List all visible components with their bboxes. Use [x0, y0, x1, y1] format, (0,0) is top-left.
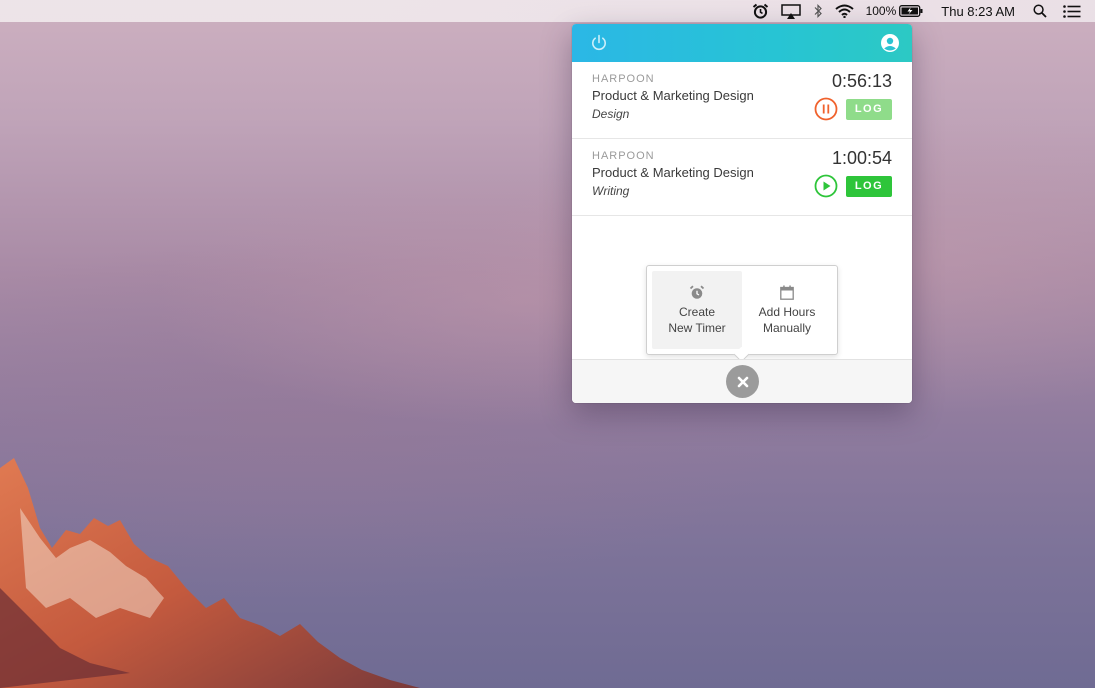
- alarm-clock-icon: [752, 3, 768, 19]
- log-time-button[interactable]: LOG: [846, 175, 892, 197]
- spotlight-menubar-item[interactable]: [1033, 0, 1047, 22]
- timer-elapsed: 0:56:13: [831, 71, 892, 91]
- wifi-menubar-item[interactable]: [834, 0, 854, 22]
- close-menu-button[interactable]: [726, 365, 759, 398]
- power-button[interactable]: [590, 34, 608, 52]
- airplay-menubar-item[interactable]: [780, 0, 801, 22]
- desktop-wallpaper-mountain: [0, 458, 420, 688]
- battery-icon: [899, 5, 923, 17]
- battery-percent: 100%: [865, 4, 897, 18]
- notification-center-menubar-item[interactable]: [1063, 0, 1081, 22]
- airplay-icon: [780, 3, 801, 19]
- power-icon: [592, 34, 606, 51]
- timer-elapsed: 1:00:54: [831, 148, 892, 168]
- bluetooth-menubar-item[interactable]: [813, 0, 823, 22]
- calendar-icon: [780, 285, 794, 300]
- pause-icon[interactable]: [814, 97, 838, 121]
- menu-bar: 100% Thu 8:23 AM: [0, 0, 1095, 22]
- create-timer-line1: Create: [678, 304, 716, 319]
- close-icon: [737, 376, 748, 387]
- account-button[interactable]: [880, 33, 900, 53]
- user-account-icon: [881, 34, 899, 52]
- notification-center-icon: [1063, 4, 1081, 18]
- alarm-clock-icon: [689, 285, 705, 299]
- popover-header: [572, 24, 912, 62]
- menubar-clock[interactable]: Thu 8:23 AM: [941, 0, 1015, 22]
- add-hours-line2: Manually: [762, 320, 812, 335]
- bluetooth-icon: [814, 4, 822, 18]
- clock-text: Thu 8:23 AM: [941, 3, 1015, 19]
- battery-menubar-item[interactable]: 100%: [866, 0, 924, 22]
- log-time-button[interactable]: LOG: [846, 98, 892, 120]
- timer-controls: LOG: [814, 174, 892, 198]
- add-hours-manually-button[interactable]: Add Hours Manually: [742, 271, 832, 349]
- wifi-icon: [834, 4, 854, 18]
- spotlight-search-icon: [1033, 4, 1047, 18]
- add-hours-line1: Add Hours: [758, 304, 816, 319]
- popover-footer: [572, 359, 912, 403]
- harpoon-timer-popover: HARPOON Product & Marketing Design Desig…: [572, 24, 912, 403]
- create-new-timer-button[interactable]: Create New Timer: [652, 271, 742, 349]
- timer-row[interactable]: HARPOON Product & Marketing Design Desig…: [572, 62, 912, 139]
- timer-row[interactable]: HARPOON Product & Marketing Design Writi…: [572, 139, 912, 216]
- timer-controls: LOG: [814, 97, 892, 121]
- play-icon[interactable]: [814, 174, 838, 198]
- add-entry-menu: Create New Timer Add Hours Manually: [646, 265, 838, 355]
- create-timer-line2: New Timer: [668, 320, 726, 335]
- harpoon-menubar-item[interactable]: [752, 0, 769, 22]
- timer-list-empty-area: Create New Timer Add Hours Manually: [572, 216, 912, 360]
